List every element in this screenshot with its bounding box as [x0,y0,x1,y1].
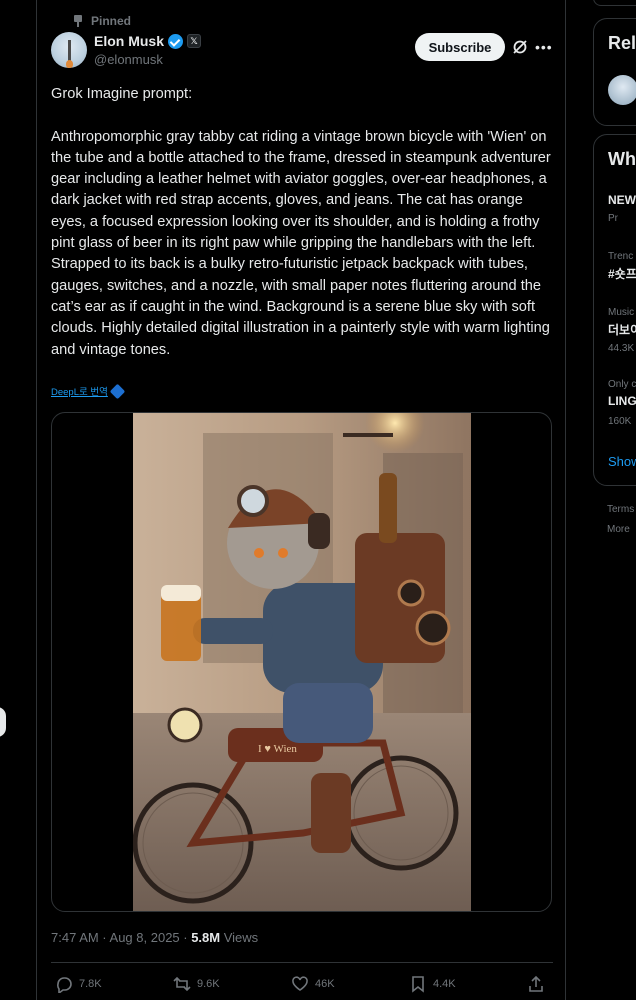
trend-title-4[interactable]: LING [608,394,636,408]
repost-icon [173,976,191,992]
trend-sub-3: 44.3K [608,343,635,354]
author-name-row: Elon Musk 𝕏 [94,33,202,49]
trend-title-1[interactable]: NEW [608,193,636,207]
reply-button[interactable]: 7.8K [55,975,102,993]
tweet-timestamp[interactable]: 7:47 AM · Aug 8, 2025 · [51,930,191,945]
author-display-name[interactable]: Elon Musk [94,33,164,49]
like-count: 46K [315,978,335,990]
verified-badge-icon[interactable] [168,33,184,49]
bookmark-icon [412,976,424,993]
share-icon [529,975,543,992]
tweet-actions: 7.8K 9.6K 46K 4.4K [51,962,553,1000]
footer-more-link[interactable]: More [607,524,630,535]
repost-count: 9.6K [197,978,220,990]
whats-happening-card: Wh NEW Pr Trenc #숏프 Music 더보이 44.3K Only… [593,134,636,486]
more-options-icon[interactable]: ••• [535,38,552,56]
deepl-icon [109,383,126,399]
translate-link[interactable]: DeepL로 번역 [51,383,126,399]
affiliation-badge-icon[interactable]: 𝕏 [187,34,202,48]
translate-label[interactable]: DeepL로 번역 [51,384,108,398]
trend-sub-4: 160K [608,416,632,427]
trend-meta-3: Music [608,307,635,318]
views-label: Views [220,930,259,945]
media-image[interactable]: I ♥ Wien [133,413,471,912]
like-button[interactable]: 46K [291,975,335,993]
bicycle-tube-text: I ♥ Wien [258,743,297,755]
author-handle[interactable]: @elonmusk [94,52,163,67]
relevant-people-title: Rel [608,33,636,53]
right-sidebar: Rel Wh NEW Pr Trenc #숏프 Music 더보이 44.3K … [566,0,636,1000]
left-nav-strip [0,0,36,1000]
trend-meta-4: Only c [608,379,636,390]
bookmark-count: 4.4K [433,978,456,990]
trend-title-3[interactable]: 더보이 [608,321,636,338]
tweet-media[interactable]: I ♥ Wien [51,412,552,912]
pinned-indicator: Pinned [73,14,131,28]
heart-icon [292,976,308,991]
avatar[interactable] [51,32,87,68]
reply-count: 7.8K [79,978,102,990]
tweet-text: Grok Imagine prompt: Anthropomorphic gra… [51,86,551,358]
pinned-label: Pinned [91,14,132,28]
repost-button[interactable]: 9.6K [173,975,220,993]
relevant-people-card: Rel [593,18,636,126]
footer-terms-link[interactable]: Terms [607,504,634,515]
relevant-avatar[interactable] [608,75,636,105]
show-more-link[interactable]: Show [608,454,636,469]
tweet-column: Pinned Elon Musk 𝕏 @elonmusk Subscribe •… [36,0,566,1000]
trend-title-2[interactable]: #숏프 [608,265,636,282]
bookmark-button[interactable]: 4.4K [409,975,456,993]
share-button[interactable] [527,975,545,993]
reply-icon [57,977,72,993]
views-count: 5.8M [191,930,221,945]
grok-icon[interactable] [511,38,529,56]
trend-meta-2: Trenc [608,251,634,262]
trend-sub-1: Pr [608,213,618,224]
whats-happening-title: Wh [608,149,636,169]
subscribe-button[interactable]: Subscribe [415,33,505,61]
tweet-meta: 7:47 AM · Aug 8, 2025 · 5.8M Views [51,930,258,945]
search-card-edge [593,0,636,6]
pin-icon [73,15,83,27]
